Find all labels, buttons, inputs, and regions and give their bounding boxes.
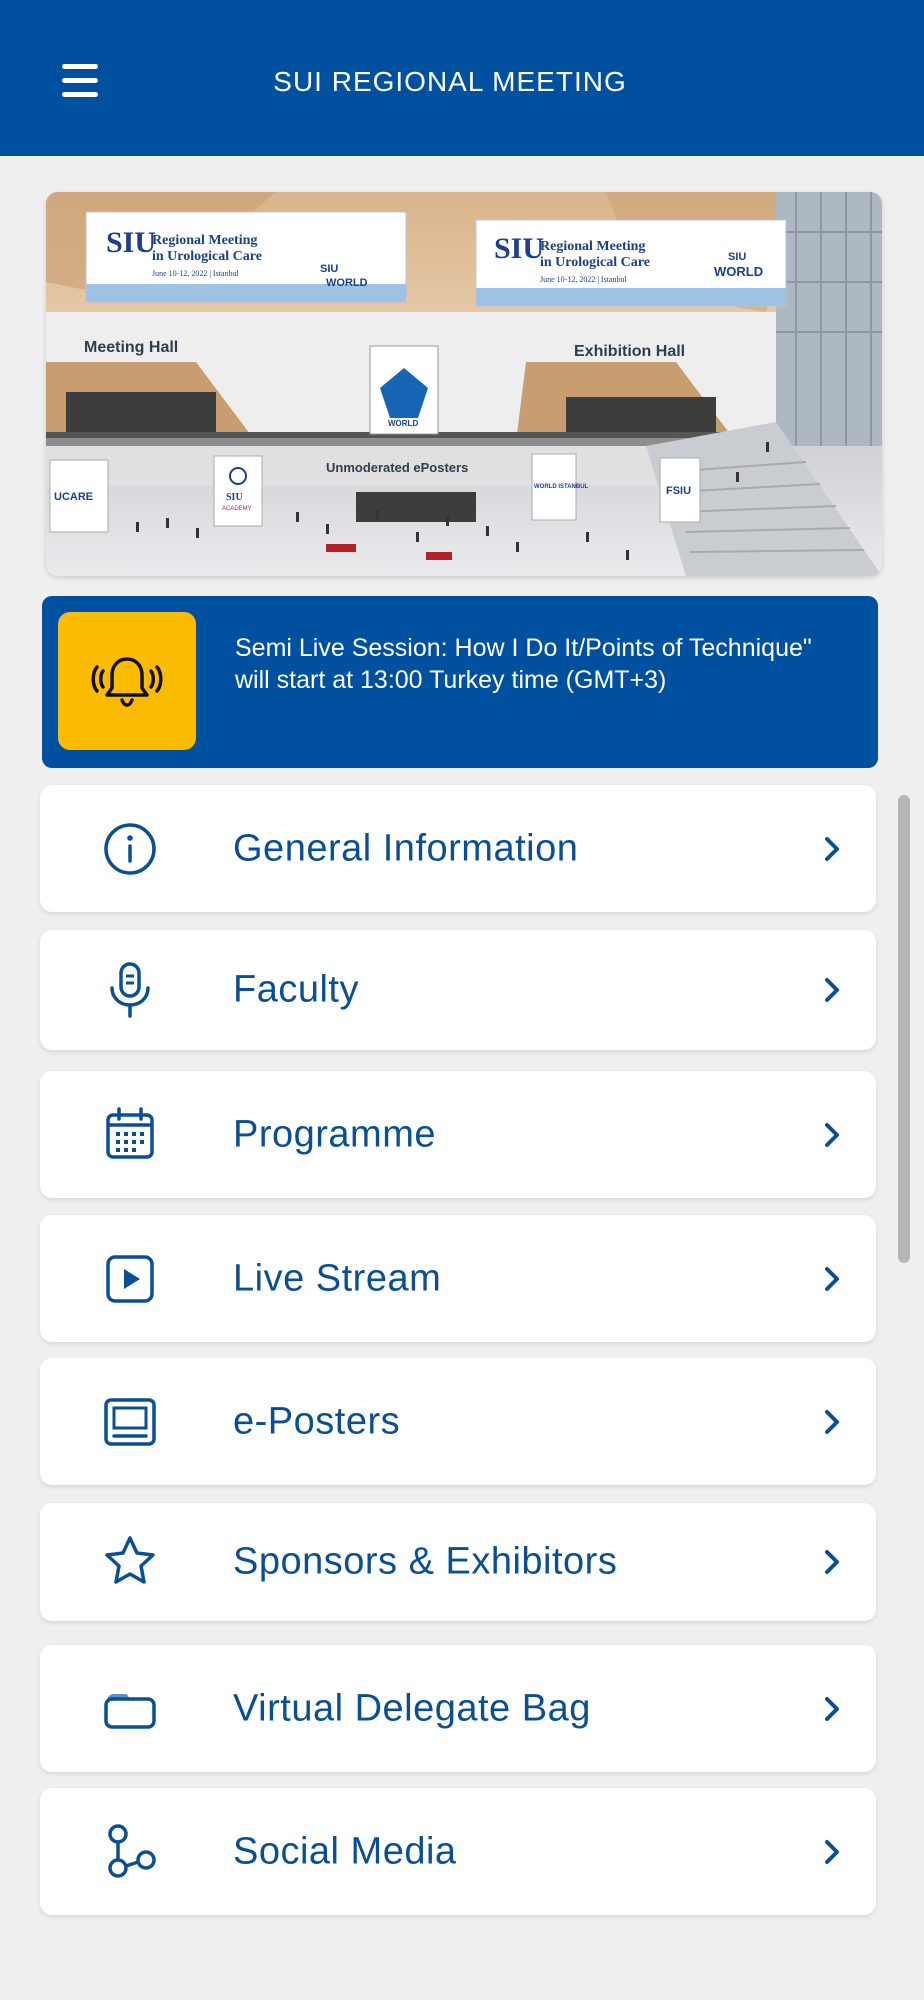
app-title: SUI REGIONAL MEETING	[273, 66, 627, 97]
chevron-right-icon	[825, 836, 839, 861]
bell-ringing-icon	[91, 657, 163, 707]
chevron-right-icon	[825, 1696, 839, 1721]
menu-item-live-stream[interactable]: Live Stream	[40, 1215, 876, 1342]
chevron-right-icon	[825, 1550, 839, 1574]
svg-text:WORLD: WORLD	[714, 264, 763, 279]
svg-text:SIU: SIU	[320, 263, 338, 275]
share-icon	[108, 1823, 156, 1878]
calendar-icon	[106, 1106, 154, 1159]
virtual-venue-image[interactable]: SIU Regional Meeting in Urological Care …	[46, 192, 882, 576]
exhibition-hall-label: Exhibition Hall	[574, 343, 685, 360]
star-icon	[105, 1536, 155, 1584]
notice-icon-box	[58, 612, 196, 750]
chevron-right-icon	[825, 1839, 839, 1864]
svg-text:June 10-12, 2022 | Istanbul: June 10-12, 2022 | Istanbul	[152, 269, 239, 278]
svg-text:June 10-12, 2022 | Istanbul: June 10-12, 2022 | Istanbul	[540, 275, 627, 284]
session-notice[interactable]: Semi Live Session: How I Do It/Points of…	[42, 596, 878, 768]
scrollbar[interactable]	[898, 795, 910, 1263]
menu-item-label: Sponsors & Exhibitors	[233, 1540, 618, 1583]
chevron-right-icon	[825, 1266, 839, 1291]
chevron-right-icon	[825, 978, 839, 1002]
menu-item-general-information[interactable]: General Information	[40, 785, 876, 912]
banner-left-title: SIU	[106, 226, 156, 259]
menu-item-label: Live Stream	[233, 1257, 442, 1299]
menu-item-sponsors-exhibitors[interactable]: Sponsors & Exhibitors	[40, 1503, 876, 1621]
menu-item-label: Virtual Delegate Bag	[233, 1687, 591, 1729]
menu-item-label: General Information	[233, 827, 579, 869]
play-icon	[106, 1254, 154, 1303]
menu-item-faculty[interactable]: Faculty	[40, 930, 876, 1050]
menu-item-social-media[interactable]: Social Media	[40, 1788, 876, 1915]
folder-icon	[104, 1693, 156, 1729]
menu-item-programme[interactable]: Programme	[40, 1071, 876, 1198]
menu-item-label: e-Posters	[233, 1400, 401, 1442]
chevron-right-icon	[825, 1409, 839, 1434]
svg-text:UCARE: UCARE	[54, 491, 93, 503]
svg-text:SIU: SIU	[728, 251, 746, 263]
menu-item-label: Social Media	[233, 1830, 457, 1872]
app-bar: SUI REGIONAL MEETING	[0, 0, 924, 156]
microphone-icon	[110, 962, 150, 1018]
notice-text: Semi Live Session: How I Do It/Points of…	[235, 634, 812, 694]
svg-text:Regional Meeting: Regional Meeting	[152, 233, 257, 248]
chevron-right-icon	[825, 1122, 839, 1147]
svg-text:WORLD ISTANBUL: WORLD ISTANBUL	[534, 484, 589, 490]
menu-item-label: Faculty	[233, 968, 359, 1011]
svg-text:Regional Meeting: Regional Meeting	[540, 239, 645, 254]
menu-item-label: Programme	[233, 1113, 436, 1155]
svg-text:FSIU: FSIU	[666, 485, 691, 497]
menu-item-virtual-delegate-bag[interactable]: Virtual Delegate Bag	[40, 1645, 876, 1772]
svg-text:ACADEMY: ACADEMY	[222, 506, 252, 512]
svg-text:WORLD: WORLD	[388, 419, 418, 428]
svg-text:in Urological Care: in Urological Care	[152, 249, 262, 264]
info-icon	[104, 822, 156, 875]
banner-right-title: SIU	[494, 232, 544, 265]
svg-text:WORLD: WORLD	[326, 277, 368, 289]
svg-text:SIU: SIU	[226, 492, 243, 503]
laptop-icon	[104, 1397, 156, 1446]
svg-text:in Urological Care: in Urological Care	[540, 255, 650, 270]
meeting-hall-label: Meeting Hall	[84, 339, 178, 356]
menu-item-eposters[interactable]: e-Posters	[40, 1358, 876, 1485]
eposters-label: Unmoderated ePosters	[326, 460, 468, 475]
